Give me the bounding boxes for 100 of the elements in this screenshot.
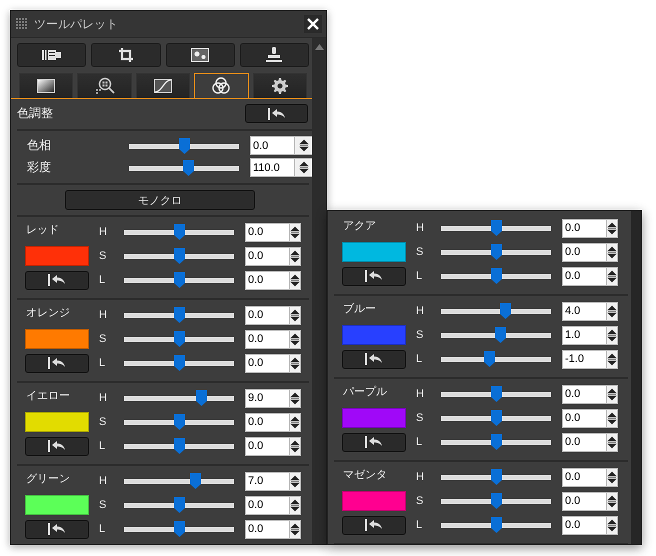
- spin-button[interactable]: [290, 330, 301, 348]
- tab[interactable]: [77, 73, 132, 98]
- value-field[interactable]: 0.0: [245, 412, 290, 432]
- slider-thumb[interactable]: [490, 469, 502, 485]
- slider-thumb[interactable]: [174, 521, 184, 537]
- spin-button[interactable]: [290, 306, 301, 324]
- spin-button[interactable]: [290, 388, 301, 408]
- spin-button[interactable]: [290, 222, 301, 242]
- spin-button[interactable]: [607, 326, 618, 344]
- value-field[interactable]: 7.0: [245, 472, 290, 490]
- spin-button[interactable]: [290, 246, 301, 266]
- reset-button[interactable]: [245, 104, 308, 123]
- value-field[interactable]: 0.0: [245, 496, 290, 514]
- slider-thumb[interactable]: [174, 248, 184, 264]
- slider-thumb[interactable]: [190, 473, 201, 489]
- value-field[interactable]: 0.0: [245, 246, 290, 266]
- slider-thumb[interactable]: [490, 244, 502, 260]
- slider-thumb[interactable]: [174, 497, 184, 513]
- tool-button[interactable]: [91, 43, 160, 67]
- value-field[interactable]: 0.0: [562, 242, 607, 262]
- spin-button[interactable]: [607, 492, 618, 510]
- spin-button[interactable]: [607, 302, 618, 320]
- scrollbar[interactable]: [312, 38, 326, 544]
- reset-button[interactable]: [25, 436, 89, 456]
- tab[interactable]: [194, 73, 249, 98]
- spin-button[interactable]: [290, 412, 301, 432]
- tab[interactable]: [252, 73, 307, 98]
- slider-thumb[interactable]: [500, 303, 512, 319]
- slider-thumb[interactable]: [174, 307, 184, 323]
- value-field[interactable]: 0.0: [245, 270, 290, 290]
- value-field[interactable]: 1.0: [562, 326, 607, 344]
- value-field[interactable]: 0.0: [562, 266, 607, 286]
- slider-thumb[interactable]: [174, 224, 184, 240]
- reset-button[interactable]: [25, 354, 89, 372]
- slider-thumb[interactable]: [490, 434, 502, 450]
- spin-button[interactable]: [607, 516, 618, 534]
- slider-thumb[interactable]: [174, 414, 184, 430]
- slider-thumb[interactable]: [174, 438, 184, 454]
- spin-button[interactable]: [290, 436, 301, 456]
- slider-thumb[interactable]: [196, 390, 206, 406]
- reset-button[interactable]: [342, 432, 406, 452]
- value-field[interactable]: 0.0: [245, 306, 290, 324]
- slider-thumb[interactable]: [490, 493, 502, 509]
- slider-thumb[interactable]: [178, 138, 190, 154]
- spin-button[interactable]: [607, 384, 618, 404]
- value-field[interactable]: 0.0: [562, 432, 607, 452]
- tab[interactable]: [19, 73, 74, 98]
- spin-button[interactable]: [295, 158, 313, 177]
- value-field[interactable]: 4.0: [562, 302, 607, 320]
- value-field[interactable]: 0.0: [562, 384, 607, 404]
- slider-thumb[interactable]: [484, 351, 496, 367]
- spin-button[interactable]: [290, 472, 301, 490]
- spin-button[interactable]: [295, 136, 313, 155]
- reset-button[interactable]: [25, 270, 89, 290]
- reset-button[interactable]: [342, 350, 406, 368]
- spin-button[interactable]: [290, 496, 301, 514]
- spin-button[interactable]: [290, 520, 301, 538]
- spin-button[interactable]: [607, 350, 618, 368]
- slider-thumb[interactable]: [183, 160, 194, 176]
- slider-thumb[interactable]: [174, 355, 184, 371]
- slider-thumb[interactable]: [490, 268, 502, 284]
- tab[interactable]: [136, 73, 190, 98]
- slider-thumb[interactable]: [490, 410, 502, 426]
- spin-button[interactable]: [607, 266, 618, 286]
- slider-thumb[interactable]: [490, 220, 502, 236]
- value-field[interactable]: 0.0: [562, 468, 607, 486]
- value-field[interactable]: -1.0: [562, 350, 607, 368]
- slider-thumb[interactable]: [490, 517, 502, 533]
- value-field[interactable]: 0.0: [245, 520, 290, 538]
- value-field[interactable]: 9.0: [245, 388, 290, 408]
- slider-thumb[interactable]: [490, 386, 502, 402]
- value-field[interactable]: 0.0: [562, 408, 607, 428]
- spin-button[interactable]: [607, 218, 618, 238]
- spin-button[interactable]: [607, 432, 618, 452]
- spin-button[interactable]: [607, 468, 618, 486]
- spin-button[interactable]: [290, 354, 301, 372]
- slider-thumb[interactable]: [495, 327, 506, 343]
- slider-thumb[interactable]: [174, 272, 184, 288]
- scrollbar[interactable]: [631, 211, 641, 544]
- value-field[interactable]: 110.0: [250, 158, 295, 177]
- value-field[interactable]: 0.0: [562, 492, 607, 510]
- reset-button[interactable]: [342, 266, 406, 286]
- value-field[interactable]: 0.0: [245, 354, 290, 372]
- slider-thumb[interactable]: [174, 331, 184, 347]
- value-field[interactable]: 0.0: [562, 516, 607, 534]
- value-field[interactable]: 0.0: [562, 218, 607, 238]
- value-field[interactable]: 0.0: [245, 436, 290, 456]
- tool-button[interactable]: [17, 43, 86, 67]
- spin-button[interactable]: [607, 242, 618, 262]
- monochrome-button[interactable]: モノクロ: [65, 190, 255, 210]
- tool-button[interactable]: [240, 43, 309, 67]
- reset-button[interactable]: [25, 520, 89, 538]
- spin-button[interactable]: [290, 270, 301, 290]
- value-field[interactable]: 0.0: [250, 136, 295, 155]
- tool-button[interactable]: [166, 43, 235, 67]
- value-field[interactable]: 0.0: [245, 330, 290, 348]
- value-field[interactable]: 0.0: [245, 222, 290, 242]
- reset-button[interactable]: [342, 516, 406, 534]
- close-button[interactable]: [304, 15, 322, 33]
- spin-button[interactable]: [607, 408, 618, 428]
